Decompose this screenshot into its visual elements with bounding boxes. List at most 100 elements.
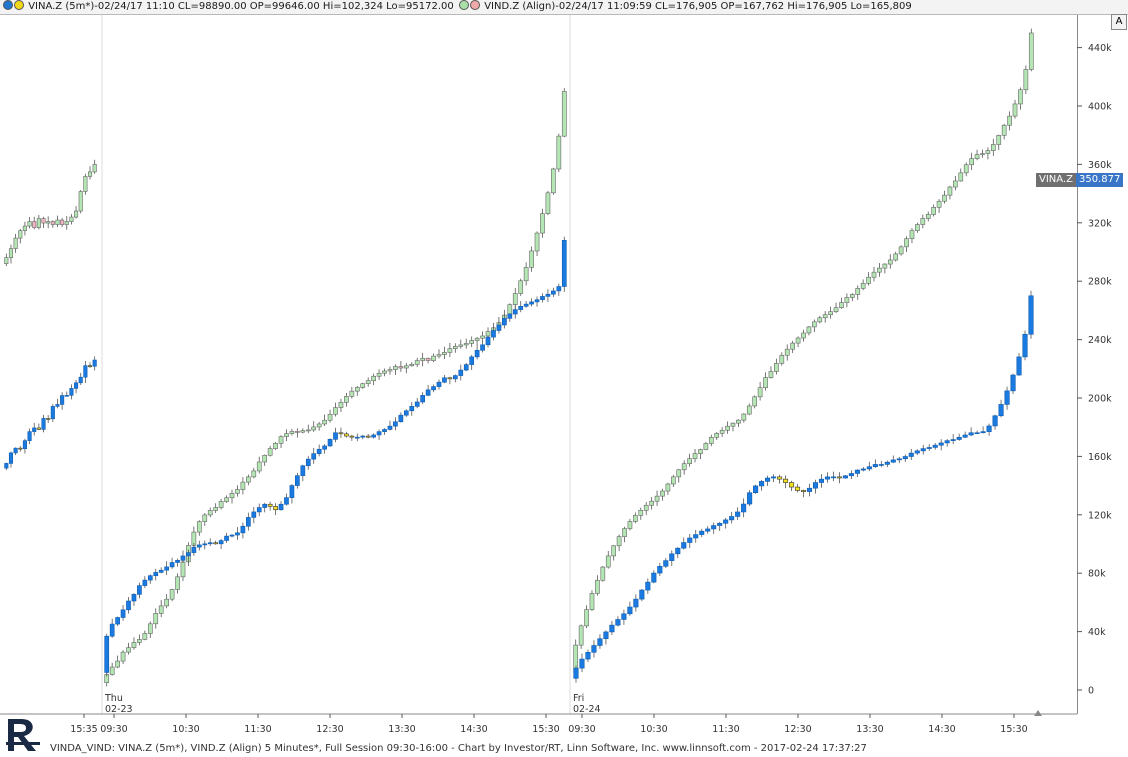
vina-candle	[597, 638, 603, 646]
vind-candle	[360, 383, 366, 388]
vind-candle	[420, 358, 425, 361]
vind-candle	[877, 267, 882, 273]
vind-candle	[545, 192, 551, 214]
vind-candle	[158, 605, 164, 614]
vina-candle	[376, 431, 382, 436]
vind-candle	[795, 337, 801, 344]
vina-candle	[753, 485, 759, 494]
vind-candle	[909, 230, 915, 240]
vina-candle	[442, 377, 447, 383]
vina-candle	[729, 516, 735, 521]
vina-candle	[474, 349, 480, 358]
series1-legend[interactable]: VINA.Z (5m*)-02/24/17 11:10 CL=98890.00 …	[3, 0, 454, 14]
vina-candle	[256, 507, 262, 513]
vina-candle	[735, 511, 741, 517]
vind-candle	[8, 248, 14, 258]
vina-candle	[496, 324, 502, 331]
vind-candle	[137, 639, 142, 643]
vind-candle	[638, 510, 644, 516]
vind-candle	[251, 470, 257, 478]
vind-candle	[931, 207, 936, 215]
vind-candle	[703, 443, 709, 450]
vina-candle	[147, 575, 153, 581]
vina-candle	[393, 421, 398, 427]
vind-candle	[561, 91, 567, 137]
vind-candle	[942, 194, 947, 202]
vind-candle	[633, 515, 638, 522]
vind-candle	[485, 331, 491, 337]
vina-candle	[316, 448, 322, 454]
vind-candle	[414, 360, 420, 365]
vina-candle	[723, 519, 729, 524]
candlestick-chart[interactable]: 0 40k 80k 120k 160k 200k 240k 280k 320k 360k 400k 4…	[0, 15, 1128, 757]
vind-candle	[147, 623, 153, 634]
vina-candle	[914, 450, 920, 454]
vind-candle	[295, 431, 300, 433]
vind-candle	[844, 297, 850, 303]
vind-candle	[126, 647, 131, 653]
vind-candle	[300, 430, 306, 433]
vind-candle	[828, 311, 833, 316]
vina-candle	[842, 475, 848, 479]
vina-candle	[788, 482, 795, 488]
vina-candle	[207, 542, 213, 545]
y-tick-label: 200k	[1088, 394, 1112, 405]
series2-legend[interactable]: VIND.Z (Align)-02/24/17 11:09:59 CL=176,…	[459, 0, 912, 14]
vind-candle	[387, 369, 393, 372]
vina-candle	[485, 336, 491, 346]
auto-scale-button[interactable]: A	[1111, 14, 1127, 30]
vind-candle	[41, 218, 46, 224]
vind-candle	[627, 521, 633, 529]
vind-candle	[665, 483, 671, 492]
vind-candle	[60, 219, 65, 225]
vind-candle	[595, 579, 600, 594]
vind-candle	[730, 422, 736, 427]
vina-candle	[382, 429, 387, 432]
vind-candle	[22, 225, 27, 231]
vina-candle	[360, 435, 366, 438]
vind-candle	[398, 366, 404, 369]
vina-candle	[699, 530, 705, 535]
vina-candle	[300, 465, 306, 476]
vina-candle	[848, 473, 854, 477]
vind-candle	[649, 500, 654, 506]
vina-candle	[836, 476, 842, 479]
vina-candle	[681, 542, 687, 549]
vind-candle	[196, 521, 202, 533]
vind-candle	[714, 433, 720, 438]
price-tag-name: VINA.Z	[1036, 173, 1076, 187]
vina-candle	[27, 431, 32, 441]
vina-candle	[507, 313, 513, 319]
vina-candle	[229, 534, 235, 537]
chart-header: VINA.Z (5m*)-02/24/17 11:10 CL=98890.00 …	[0, 0, 1128, 15]
vind-candle	[131, 642, 137, 648]
vina-candle	[120, 609, 126, 618]
vina-candle	[518, 305, 524, 310]
vind-candle	[74, 210, 79, 218]
vind-candle	[996, 135, 1002, 145]
vina-candle	[540, 296, 545, 301]
vina-candle	[782, 478, 789, 483]
vina-candle	[224, 535, 229, 541]
vind-candle	[578, 625, 584, 646]
vind-candle	[305, 429, 311, 432]
vind-candle	[246, 476, 251, 483]
vina-candle	[398, 414, 404, 423]
vina-candle	[669, 553, 675, 561]
vina-candle	[191, 546, 197, 553]
vind-candle	[202, 514, 208, 522]
vind-candle	[180, 561, 186, 578]
vina-candle	[759, 481, 765, 487]
vina-candle	[169, 562, 175, 568]
vind-candle	[333, 407, 338, 415]
vind-candle	[925, 214, 931, 219]
vind-candle	[78, 191, 83, 212]
vind-candle	[322, 419, 327, 425]
vina-candle	[980, 431, 986, 434]
vina-candle	[818, 478, 825, 483]
vina-candle	[115, 617, 120, 625]
vina-candle	[322, 445, 327, 450]
vina-candles-layer	[4, 236, 1034, 683]
vind-candle	[365, 380, 371, 384]
vind-candle	[600, 566, 606, 581]
